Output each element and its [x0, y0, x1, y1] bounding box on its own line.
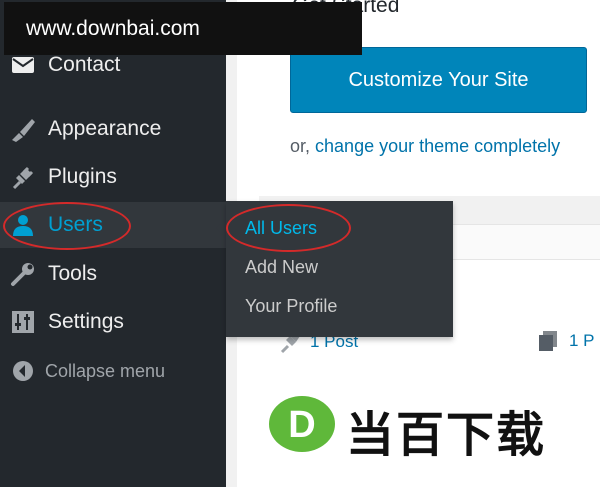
- downbai-logo-icon: D: [268, 395, 336, 453]
- sliders-icon: [10, 309, 36, 335]
- sidebar-item-plugins[interactable]: Plugins: [0, 154, 226, 200]
- pages-count-link[interactable]: 1 P: [537, 330, 595, 352]
- sidebar-item-tools[interactable]: Tools: [0, 251, 226, 297]
- sidebar-item-appearance[interactable]: Appearance: [0, 106, 226, 152]
- sidebar-item-label: Plugins: [48, 165, 117, 188]
- highlight-ellipse-all-users: [226, 204, 351, 252]
- change-theme-link[interactable]: change your theme completely: [315, 136, 560, 156]
- sidebar-item-settings[interactable]: Settings: [0, 299, 226, 345]
- collapse-menu-button[interactable]: Collapse menu: [0, 348, 226, 394]
- sidebar-item-label: Settings: [48, 310, 124, 333]
- flyout-pointer: [216, 218, 226, 238]
- plug-icon: [10, 164, 36, 190]
- sidebar-item-label: Contact: [48, 53, 121, 76]
- change-theme-line: or, change your theme completely: [290, 136, 560, 157]
- paintbrush-icon: [10, 116, 36, 142]
- logo-letter: D: [288, 404, 315, 446]
- sidebar-item-label: Appearance: [48, 117, 162, 140]
- collapse-menu-label: Collapse menu: [45, 360, 166, 381]
- envelope-icon: [10, 52, 36, 78]
- watermark-banner: www.downbai.com: [4, 2, 362, 55]
- pages-count: 1 P: [569, 331, 595, 350]
- or-prefix: or,: [290, 136, 311, 156]
- pages-icon: [539, 331, 557, 351]
- highlight-ellipse-users: [3, 202, 131, 250]
- customize-site-button[interactable]: Customize Your Site: [290, 47, 587, 113]
- collapse-arrow-icon: [10, 358, 36, 384]
- sidebar-item-label: Tools: [48, 262, 98, 285]
- wrench-icon: [10, 261, 36, 287]
- downbai-logo-text: 当百下载: [346, 409, 547, 462]
- submenu-add-new[interactable]: Add New: [245, 257, 318, 278]
- watermark-text: www.downbai.com: [26, 16, 200, 40]
- submenu-your-profile[interactable]: Your Profile: [245, 296, 337, 317]
